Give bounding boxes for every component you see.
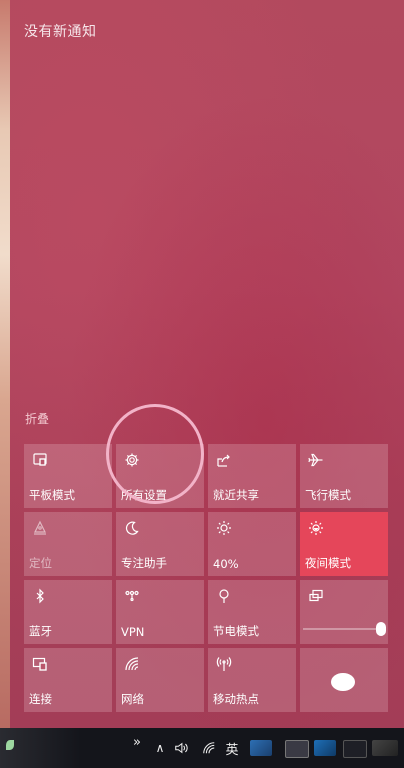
- location-icon: [32, 520, 48, 536]
- battery-saver-icon: [216, 588, 232, 604]
- tile-label: 夜间模式: [305, 556, 351, 570]
- network-icon[interactable]: [200, 728, 218, 768]
- bluetooth-icon: [32, 588, 48, 604]
- desktop-wallpaper: [0, 0, 10, 728]
- tile-battery-saver[interactable]: 节电模式: [208, 580, 296, 644]
- slider-track[interactable]: [303, 628, 381, 630]
- chevron-right-icon[interactable]: »: [128, 722, 146, 762]
- blurred-overlay-mark: [331, 673, 355, 691]
- taskbar-app-icon[interactable]: [343, 740, 367, 758]
- project-icon: [308, 588, 324, 604]
- tile-night-light[interactable]: 夜间模式: [300, 512, 388, 576]
- tile-label: 节电模式: [213, 624, 259, 638]
- tile-location[interactable]: 定位: [24, 512, 112, 576]
- tile-bluetooth[interactable]: 蓝牙: [24, 580, 112, 644]
- tile-connect[interactable]: 连接: [24, 648, 112, 712]
- tile-label: 平板模式: [29, 488, 75, 502]
- ime-indicator[interactable]: 英: [222, 728, 242, 768]
- connect-icon: [32, 656, 48, 672]
- tile-label: 专注助手: [121, 556, 167, 570]
- tile-mobile-hotspot[interactable]: 移动热点: [208, 648, 296, 712]
- taskbar-app-icon[interactable]: [314, 740, 336, 756]
- taskbar-widget-area[interactable]: [0, 728, 80, 768]
- tile-label: 所有设置: [121, 488, 167, 502]
- slider-thumb[interactable]: [376, 622, 386, 636]
- nearby-share-icon: [216, 452, 232, 468]
- tile-label: 蓝牙: [29, 624, 52, 638]
- no-notifications-text: 没有新通知: [24, 24, 97, 40]
- tile-focus-assist[interactable]: 专注助手: [116, 512, 204, 576]
- moon-icon: [124, 520, 140, 536]
- taskbar-app-icon[interactable]: [250, 740, 272, 756]
- quick-actions-grid: 平板模式 所有设置 就近共享 飞行模式 定位 专注助手 40% 夜间模式 蓝牙 …: [24, 444, 388, 712]
- collapse-link[interactable]: 折叠: [25, 410, 49, 427]
- tile-brightness[interactable]: 40%: [208, 512, 296, 576]
- taskbar-app-icon[interactable]: [285, 740, 309, 758]
- network-icon: [124, 656, 140, 672]
- tablet-mode-icon: [32, 452, 48, 468]
- airplane-icon: [308, 452, 324, 468]
- tile-label: 定位: [29, 556, 52, 570]
- show-hidden-icons-button[interactable]: ∧: [152, 728, 168, 768]
- tile-label: 就近共享: [213, 488, 259, 502]
- night-light-icon: [308, 520, 324, 536]
- tile-network[interactable]: 网络: [116, 648, 204, 712]
- brightness-icon: [216, 520, 232, 536]
- hotspot-icon: [216, 656, 232, 672]
- taskbar: » ∧ 英: [0, 728, 404, 768]
- taskbar-app-icon[interactable]: [372, 740, 398, 756]
- leaf-icon: [6, 740, 14, 750]
- tile-vpn[interactable]: VPN: [116, 580, 204, 644]
- tile-label: VPN: [121, 625, 145, 639]
- tile-label: 网络: [121, 692, 144, 706]
- tile-label: 移动热点: [213, 692, 259, 706]
- gear-icon: [124, 452, 140, 468]
- tile-tablet-mode[interactable]: 平板模式: [24, 444, 112, 508]
- tile-airplane-mode[interactable]: 飞行模式: [300, 444, 388, 508]
- tile-label: 40%: [213, 557, 239, 571]
- tile-project[interactable]: [300, 580, 388, 644]
- tile-label: 连接: [29, 692, 52, 706]
- tile-nearby-share[interactable]: 就近共享: [208, 444, 296, 508]
- tile-all-settings[interactable]: 所有设置: [116, 444, 204, 508]
- tile-label: 飞行模式: [305, 488, 351, 502]
- volume-icon[interactable]: [172, 728, 190, 768]
- vpn-icon: [124, 588, 140, 604]
